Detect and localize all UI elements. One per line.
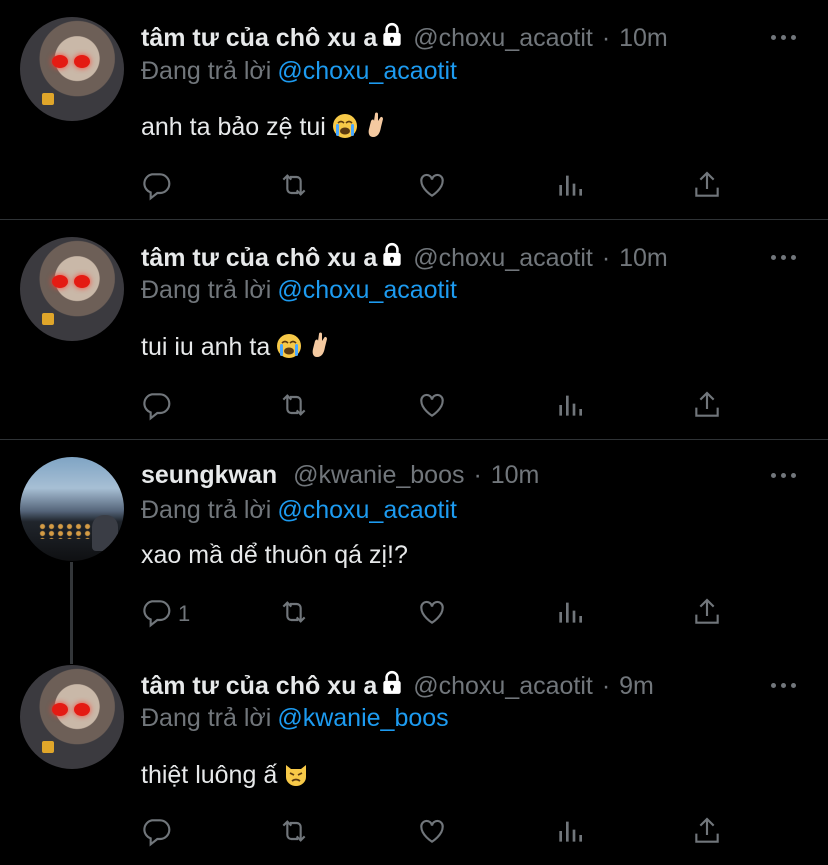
- hand-with-index-finger-and-thumb-crossed-icon: [364, 111, 390, 146]
- avatar[interactable]: [20, 457, 124, 561]
- more-icon[interactable]: [771, 252, 799, 262]
- lock-icon: [379, 242, 405, 275]
- tweet-text: anh ta bảo zệ tui: [141, 111, 390, 146]
- avatar[interactable]: [20, 17, 124, 121]
- user-handle[interactable]: @choxu_acaotit: [413, 672, 593, 700]
- tweet-2[interactable]: tâm tư của chô xu a @choxu_acaotit · 10m …: [0, 220, 828, 439]
- analytics-icon: [554, 389, 586, 426]
- separator: ·: [601, 672, 611, 700]
- timestamp[interactable]: 10m: [491, 461, 540, 489]
- display-name[interactable]: tâm tư của chô xu a: [141, 244, 377, 272]
- user-handle[interactable]: @kwanie_boos: [293, 461, 464, 489]
- analytics-button[interactable]: [554, 170, 586, 204]
- like-icon: [416, 815, 448, 852]
- share-icon: [691, 169, 723, 206]
- like-icon: [416, 389, 448, 426]
- lock-icon: [379, 670, 405, 703]
- tweet-text: thiệt luông ấ: [141, 760, 309, 794]
- like-button[interactable]: [416, 390, 448, 424]
- analytics-button[interactable]: [554, 597, 586, 631]
- tweet-header: tâm tư của chô xu a @choxu_acaotit · 10m: [141, 22, 668, 55]
- avatar[interactable]: [20, 237, 124, 341]
- user-handle[interactable]: @choxu_acaotit: [413, 24, 593, 52]
- reply-icon: [140, 389, 172, 426]
- replying-to: Đang trả lời @choxu_acaotit: [141, 57, 457, 85]
- mention-link[interactable]: @kwanie_boos: [277, 704, 448, 732]
- share-button[interactable]: [691, 170, 723, 204]
- reply-icon: [140, 169, 172, 206]
- more-icon[interactable]: [771, 470, 799, 480]
- timestamp[interactable]: 10m: [619, 244, 668, 272]
- more-icon[interactable]: [771, 32, 799, 42]
- share-button[interactable]: [691, 597, 723, 631]
- timestamp[interactable]: 10m: [619, 24, 668, 52]
- reply-button[interactable]: [140, 390, 178, 424]
- lock-icon: [379, 22, 405, 55]
- tweet-1[interactable]: tâm tư của chô xu a @choxu_acaotit · 10m …: [0, 0, 828, 219]
- reply-count: 1: [178, 601, 191, 626]
- tweet-4[interactable]: tâm tư của chô xu a @choxu_acaotit · 9m Đ…: [0, 648, 828, 865]
- share-button[interactable]: [691, 816, 723, 850]
- reply-button[interactable]: [140, 170, 178, 204]
- tweet-text: xao mầ dể thuôn qá zị!?: [141, 541, 408, 569]
- retweet-button[interactable]: [278, 390, 310, 424]
- mention-link[interactable]: @choxu_acaotit: [277, 496, 457, 524]
- like-button[interactable]: [416, 170, 448, 204]
- separator: ·: [473, 461, 482, 489]
- reply-button[interactable]: [140, 816, 178, 850]
- separator: ·: [601, 244, 611, 272]
- reply-icon: [140, 815, 172, 852]
- tweet-header: tâm tư của chô xu a @choxu_acaotit · 9m: [141, 670, 654, 703]
- analytics-button[interactable]: [554, 390, 586, 424]
- user-handle[interactable]: @choxu_acaotit: [413, 244, 593, 272]
- display-name[interactable]: seungkwan: [141, 461, 277, 489]
- mention-link[interactable]: @choxu_acaotit: [277, 57, 457, 85]
- tweet-text: tui iu anh ta: [141, 331, 334, 366]
- share-icon: [691, 815, 723, 852]
- retweet-button[interactable]: [278, 597, 310, 631]
- retweet-icon: [278, 596, 310, 633]
- like-icon: [416, 169, 448, 206]
- share-icon: [691, 596, 723, 633]
- loudly-crying-face-icon: [276, 333, 302, 366]
- analytics-button[interactable]: [554, 816, 586, 850]
- reply-button[interactable]: 1: [140, 597, 190, 631]
- separator: ·: [601, 24, 611, 52]
- retweet-icon: [278, 169, 310, 206]
- tweet-header: tâm tư của chô xu a @choxu_acaotit · 10m: [141, 242, 668, 275]
- analytics-icon: [554, 815, 586, 852]
- display-name[interactable]: tâm tư của chô xu a: [141, 24, 377, 52]
- avatar[interactable]: [20, 665, 124, 769]
- retweet-button[interactable]: [278, 816, 310, 850]
- replying-to: Đang trả lời @kwanie_boos: [141, 704, 449, 732]
- analytics-icon: [554, 596, 586, 633]
- more-icon[interactable]: [771, 680, 799, 690]
- hand-with-index-finger-and-thumb-crossed-icon: [308, 331, 334, 366]
- replying-to: Đang trả lời @choxu_acaotit: [141, 496, 457, 524]
- pouting-cat-face-icon: [283, 761, 309, 794]
- mention-link[interactable]: @choxu_acaotit: [277, 276, 457, 304]
- retweet-icon: [278, 389, 310, 426]
- loudly-crying-face-icon: [332, 113, 358, 146]
- like-button[interactable]: [416, 816, 448, 850]
- share-icon: [691, 389, 723, 426]
- reply-icon: [140, 596, 172, 633]
- like-button[interactable]: [416, 597, 448, 631]
- analytics-icon: [554, 169, 586, 206]
- tweet-header: seungkwan @kwanie_boos · 10m: [141, 460, 539, 490]
- retweet-button[interactable]: [278, 170, 310, 204]
- timestamp[interactable]: 9m: [619, 672, 654, 700]
- like-icon: [416, 596, 448, 633]
- tweet-3[interactable]: seungkwan @kwanie_boos · 10m Đang trả lời…: [0, 440, 828, 664]
- share-button[interactable]: [691, 390, 723, 424]
- replying-to: Đang trả lời @choxu_acaotit: [141, 276, 457, 304]
- display-name[interactable]: tâm tư của chô xu a: [141, 672, 377, 700]
- retweet-icon: [278, 815, 310, 852]
